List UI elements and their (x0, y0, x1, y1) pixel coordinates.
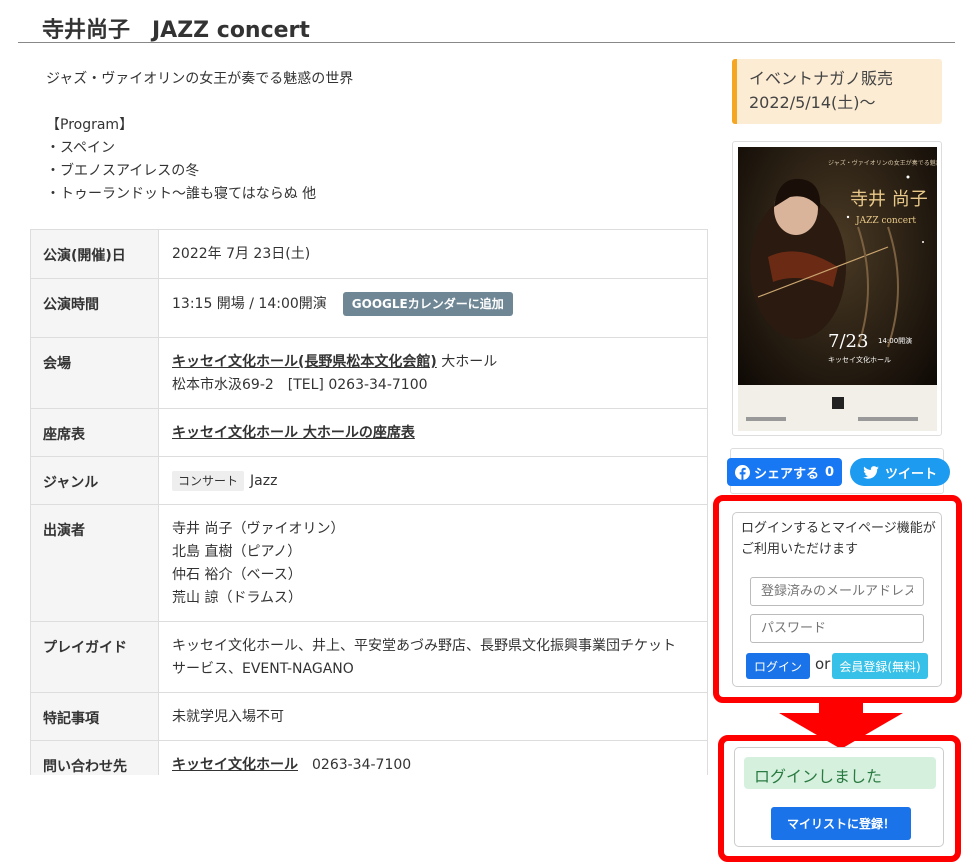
row-label: 公演時間 (31, 279, 159, 337)
register-button[interactable]: 会員登録(無料) (832, 653, 928, 679)
performer: 寺井 尚子（ヴァイオリン） (172, 521, 345, 537)
playguide-cell: キッセイ文化ホール、井上、平安堂あづみ野店、長野県文化振興事業団チケット サービ… (159, 622, 707, 692)
row-label: 公演(開催)日 (31, 230, 159, 278)
row-label: 特記事項 (31, 693, 159, 740)
row-label: ジャンル (31, 457, 159, 504)
add-to-mylist-button[interactable]: マイリストに登録！ (771, 807, 911, 840)
event-info-table: 公演(開催)日 2022年 7月 23日(土) 公演時間 13:15 開場 / … (30, 229, 708, 775)
genre-cell: コンサート Jazz (159, 457, 707, 504)
row-label: プレイガイド (31, 622, 159, 692)
event-poster-image[interactable]: 寺井 尚子 JAZZ concert ジャズ・ヴァイオリンの女王が奏でる魅惑の世… (738, 147, 937, 431)
or-label: or (815, 655, 831, 673)
poster-venue: キッセイ文化ホール (828, 355, 891, 364)
table-row-date: 公演(開催)日 2022年 7月 23日(土) (31, 230, 707, 279)
description-line (46, 91, 353, 114)
venue-cell: キッセイ文化ホール(長野県松本文化会館) 大ホール 松本市水汲69-2 [TEL… (159, 338, 707, 408)
venue-hall: 大ホール (436, 354, 498, 370)
tweet-button[interactable]: ツイート (850, 458, 950, 486)
description-line: ・スペイン (46, 140, 116, 156)
table-row-contact: 問い合わせ先 キッセイ文化ホール 0263-34-7100 (31, 741, 707, 775)
contact-cell: キッセイ文化ホール 0263-34-7100 (159, 741, 707, 775)
facebook-share-button[interactable]: シェアする 0 (727, 458, 842, 486)
contact-link[interactable]: キッセイ文化ホール (172, 757, 298, 773)
description-line: ・トゥーランドット～誰も寝てはならぬ 他 (46, 186, 317, 202)
poster-date: 7/23 (828, 331, 868, 352)
facebook-share-label: シェアする (754, 466, 820, 482)
sale-title: イベントナガノ販売 (749, 69, 894, 88)
google-calendar-button[interactable]: GOOGLEカレンダーに追加 (342, 292, 513, 316)
poster-catch: ジャズ・ヴァイオリンの女王が奏でる魅惑の世界 (828, 159, 937, 167)
table-row-notes: 特記事項 未就学児入場不可 (31, 693, 707, 741)
tweet-label: ツイート (884, 466, 937, 482)
twitter-bird-icon (863, 465, 879, 479)
table-row-performers: 出演者 寺井 尚子（ヴァイオリン） 北島 直樹（ピアノ） 仲石 裕介（ベース） … (31, 505, 707, 622)
title-divider (18, 42, 955, 43)
table-row-playguide: プレイガイド キッセイ文化ホール、井上、平安堂あづみ野店、長野県文化振興事業団チ… (31, 622, 707, 693)
seating-cell: キッセイ文化ホール 大ホールの座席表 (159, 409, 707, 456)
poster-frame: 寺井 尚子 JAZZ concert ジャズ・ヴァイオリンの女王が奏でる魅惑の世… (732, 141, 942, 436)
genre-tag: コンサート (172, 471, 245, 491)
description-line: ジャズ・ヴァイオリンの女王が奏でる魅惑の世界 (46, 71, 354, 87)
page-title: 寺井尚子 JAZZ concert (42, 18, 310, 43)
email-field[interactable] (750, 577, 924, 606)
contact-tel: 0263-34-7100 (312, 757, 412, 773)
performer: 北島 直樹（ピアノ） (172, 544, 302, 560)
login-message: ログインするとマイページ機能がご利用いただけます (741, 521, 936, 557)
seating-chart-link[interactable]: キッセイ文化ホール 大ホールの座席表 (172, 425, 415, 441)
poster-artwork: 寺井 尚子 JAZZ concert ジャズ・ヴァイオリンの女王が奏でる魅惑の世… (738, 147, 937, 431)
table-row-venue: 会場 キッセイ文化ホール(長野県松本文化会館) 大ホール 松本市水汲69-2 [… (31, 338, 707, 409)
table-row-genre: ジャンル コンサート Jazz (31, 457, 707, 505)
facebook-icon (735, 464, 750, 480)
row-label: 出演者 (31, 505, 159, 621)
time-cell: 13:15 開場 / 14:00開演 GOOGLEカレンダーに追加 (159, 279, 707, 337)
description-line: 【Program】 (46, 117, 134, 133)
event-description: ジャズ・ヴァイオリンの女王が奏でる魅惑の世界 【Program】 ・スペイン ・… (46, 68, 353, 206)
genre-value: Jazz (250, 473, 278, 489)
poster-subtitle: JAZZ concert (855, 216, 916, 226)
poster-time: 14:00開演 (878, 336, 912, 345)
playguide-line: サービス、EVENT-NAGANO (172, 661, 354, 677)
table-row-time: 公演時間 13:15 開場 / 14:00開演 GOOGLEカレンダーに追加 (31, 279, 707, 338)
performer: 仲石 裕介（ベース） (172, 567, 302, 583)
time-value: 13:15 開場 / 14:00開演 (172, 296, 327, 312)
venue-link[interactable]: キッセイ文化ホール(長野県松本文化会館) (172, 354, 437, 370)
description-line: ・ブエノスアイレスの冬 (46, 163, 200, 179)
sale-info-box: イベントナガノ販売 2022/5/14(土)〜 (732, 59, 942, 124)
performers-cell: 寺井 尚子（ヴァイオリン） 北島 直樹（ピアノ） 仲石 裕介（ベース） 荒山 諒… (159, 505, 707, 621)
playguide-line: キッセイ文化ホール、井上、平安堂あづみ野店、長野県文化振興事業団チケット (172, 638, 676, 654)
venue-address: 松本市水汲69-2 [TEL] 0263-34-7100 (172, 377, 428, 393)
login-prompt: ログインするとマイページ機能がご利用いただけます (741, 518, 937, 560)
login-button[interactable]: ログイン (746, 653, 810, 679)
performer: 荒山 諒（ドラムス） (172, 590, 303, 606)
row-label: 問い合わせ先 (31, 741, 159, 775)
row-label: 座席表 (31, 409, 159, 456)
password-field[interactable] (750, 614, 924, 643)
sale-date: 2022/5/14(土)〜 (749, 93, 876, 112)
poster-name: 寺井 尚子 (850, 189, 928, 210)
share-count: 0 (825, 464, 835, 480)
notes-value: 未就学児入場不可 (172, 709, 284, 725)
date-value: 2022年 7月 23日(土) (172, 246, 311, 262)
login-success-alert: ログインしました (744, 757, 936, 789)
table-row-seating: 座席表 キッセイ文化ホール 大ホールの座席表 (31, 409, 707, 457)
row-label: 会場 (31, 338, 159, 408)
